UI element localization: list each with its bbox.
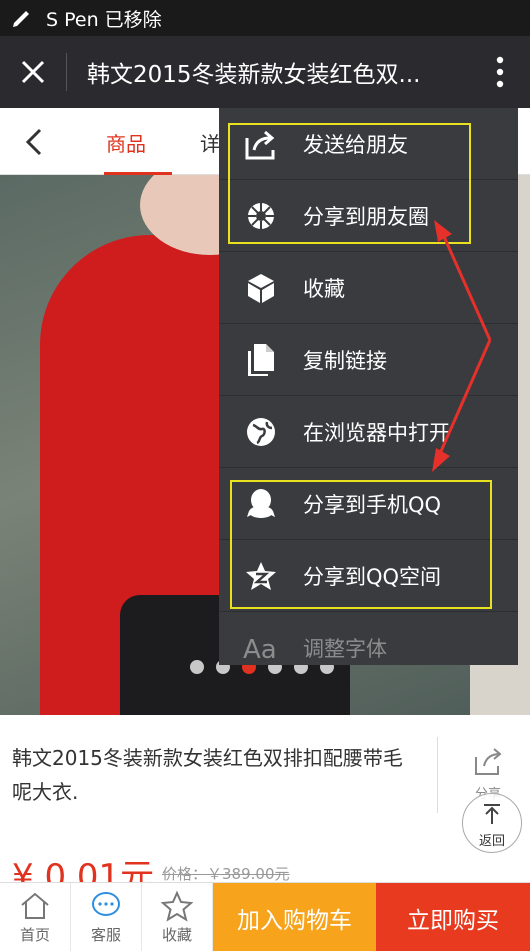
page-title: 韩文2015冬装新款女装红色双... <box>87 62 421 88</box>
menu-item-label: 发送给朋友 <box>303 132 408 157</box>
close-button[interactable] <box>0 36 66 108</box>
product-info: 韩文2015冬装新款女装红色双排扣配腰带毛呢大衣. 分享 <box>0 715 530 835</box>
menu-item-font-size[interactable]: Aa 调整字体 <box>219 612 518 665</box>
moments-icon <box>248 202 274 229</box>
service-button[interactable]: 客服 <box>71 883 142 951</box>
menu-item-label: 在浏览器中打开 <box>303 420 450 445</box>
qzone-icon <box>246 561 276 590</box>
menu-item-label: 分享到手机QQ <box>303 492 442 517</box>
service-label: 客服 <box>90 926 121 944</box>
menu-item-share-moments[interactable]: 分享到朋友圈 <box>219 180 518 252</box>
menu-item-share-qzone[interactable]: 分享到QQ空间 <box>219 540 518 612</box>
font-icon: Aa <box>243 635 277 664</box>
menu-item-share-qq[interactable]: 分享到手机QQ <box>219 468 518 540</box>
close-icon <box>21 60 45 84</box>
share-menu: 发送给朋友 分享到朋友圈 收藏 复制链接 在浏览器中打开 分享到手机QQ 分享到… <box>219 108 518 665</box>
product-divider <box>437 737 438 813</box>
menu-item-open-browser[interactable]: 在浏览器中打开 <box>219 396 518 468</box>
menu-item-label: 收藏 <box>303 276 345 301</box>
home-label: 首页 <box>19 926 50 944</box>
copy-icon <box>248 343 274 376</box>
buy-now-button[interactable]: 立即购买 <box>376 883 530 951</box>
title-bar: 韩文2015冬装新款女装红色双... <box>0 36 530 108</box>
price-bar: ¥ 0.01元 价格：￥389.00元 <box>0 835 530 897</box>
menu-item-favorite[interactable]: 收藏 <box>219 252 518 324</box>
arrow-up-icon <box>484 804 500 824</box>
title-separator <box>66 53 67 91</box>
share-icon <box>475 748 502 775</box>
favorite-label: 收藏 <box>161 926 192 944</box>
add-to-cart-button[interactable]: 加入购物车 <box>213 883 376 951</box>
home-icon <box>21 892 49 919</box>
pen-icon <box>13 11 29 27</box>
home-button[interactable]: 首页 <box>0 883 71 951</box>
status-bar: S Pen 已移除 <box>0 0 530 36</box>
globe-icon <box>247 417 275 446</box>
status-text: S Pen 已移除 <box>46 8 162 31</box>
chat-icon <box>92 892 120 916</box>
star-icon <box>160 890 194 922</box>
product-name: 韩文2015冬装新款女装红色双排扣配腰带毛呢大衣. <box>12 746 403 804</box>
tab-detail[interactable]: 详 <box>200 128 220 157</box>
tab-product[interactable]: 商品 <box>106 128 146 157</box>
menu-item-label: 分享到QQ空间 <box>303 564 442 589</box>
back-chevron-icon[interactable] <box>20 126 52 158</box>
send-icon <box>245 130 275 159</box>
bottom-bar: 首页 客服 收藏 加入购物车 立即购买 <box>0 882 530 951</box>
back-to-top-label: 返回 <box>478 834 505 849</box>
menu-item-label: 复制链接 <box>303 348 387 373</box>
qq-icon <box>247 488 275 518</box>
svg-text:Aa: Aa <box>243 635 277 664</box>
menu-item-label: 分享到朋友圈 <box>303 204 429 229</box>
more-vertical-icon <box>496 56 504 88</box>
menu-item-send-to-friend[interactable]: 发送给朋友 <box>219 108 518 180</box>
more-button[interactable] <box>470 36 530 108</box>
back-to-top-button[interactable]: 返回 <box>462 793 522 853</box>
favorite-button[interactable]: 收藏 <box>142 883 213 951</box>
carousel-dot[interactable] <box>190 660 204 674</box>
menu-item-copy-link[interactable]: 复制链接 <box>219 324 518 396</box>
original-price: 价格：￥389.00元 <box>162 865 290 883</box>
cube-icon <box>248 273 274 303</box>
menu-item-label: 调整字体 <box>303 636 387 661</box>
